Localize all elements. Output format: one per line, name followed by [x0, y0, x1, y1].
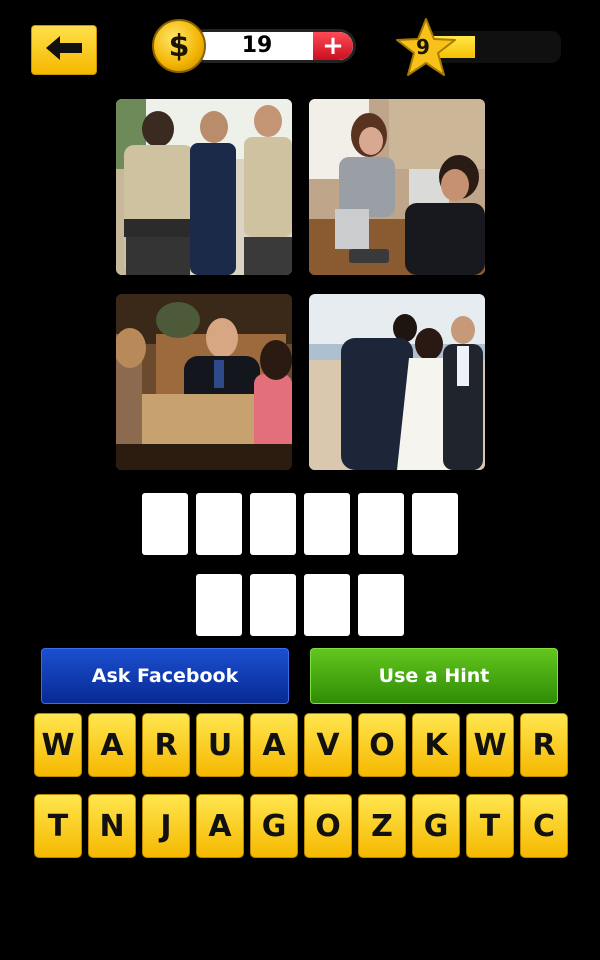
coin-counter: $ 19 +	[152, 19, 357, 75]
letter-key[interactable]: U	[196, 713, 244, 777]
letter-key[interactable]: A	[88, 713, 136, 777]
photo-1[interactable]	[116, 99, 292, 275]
answer-slot[interactable]	[196, 493, 242, 555]
letter-key[interactable]: V	[304, 713, 352, 777]
letter-key[interactable]: A	[250, 713, 298, 777]
letter-key[interactable]: W	[466, 713, 514, 777]
letter-key[interactable]: T	[34, 794, 82, 858]
letter-key[interactable]: A	[196, 794, 244, 858]
coin-count: 19	[241, 33, 273, 58]
letter-key[interactable]: R	[520, 713, 568, 777]
level-indicator: 9	[395, 17, 570, 79]
letter-key[interactable]: G	[412, 794, 460, 858]
letter-key[interactable]: T	[466, 794, 514, 858]
ask-facebook-button[interactable]: Ask Facebook	[41, 648, 289, 704]
answer-slot[interactable]	[142, 493, 188, 555]
answer-slot[interactable]	[358, 493, 404, 555]
letter-key[interactable]: R	[142, 713, 190, 777]
letter-key[interactable]: O	[304, 794, 352, 858]
letter-key[interactable]: K	[412, 713, 460, 777]
coin-icon: $	[152, 19, 206, 73]
top-bar: $ 19 + 9	[0, 0, 600, 95]
coin-symbol: $	[168, 28, 190, 64]
letter-key[interactable]: G	[250, 794, 298, 858]
photo-2[interactable]	[309, 99, 485, 275]
answer-slot[interactable]	[304, 574, 350, 636]
answer-slot[interactable]	[250, 574, 296, 636]
back-button[interactable]	[31, 25, 97, 75]
photo-3[interactable]	[116, 294, 292, 470]
answer-slot[interactable]	[412, 493, 458, 555]
coin-balance: 19 +	[188, 29, 356, 63]
letter-key[interactable]: N	[88, 794, 136, 858]
photo-4[interactable]	[309, 294, 485, 470]
letter-key[interactable]: Z	[358, 794, 406, 858]
answer-slot[interactable]	[304, 493, 350, 555]
letter-key[interactable]: C	[520, 794, 568, 858]
use-hint-button[interactable]: Use a Hint	[310, 648, 558, 704]
letter-key[interactable]: J	[142, 794, 190, 858]
add-coins-button[interactable]: +	[313, 32, 353, 60]
answer-slot[interactable]	[196, 574, 242, 636]
letter-key[interactable]: W	[34, 713, 82, 777]
answer-slot[interactable]	[250, 493, 296, 555]
level-number: 9	[416, 35, 430, 59]
letter-key[interactable]: O	[358, 713, 406, 777]
arrow-left-icon	[44, 34, 84, 66]
answer-slot[interactable]	[358, 574, 404, 636]
